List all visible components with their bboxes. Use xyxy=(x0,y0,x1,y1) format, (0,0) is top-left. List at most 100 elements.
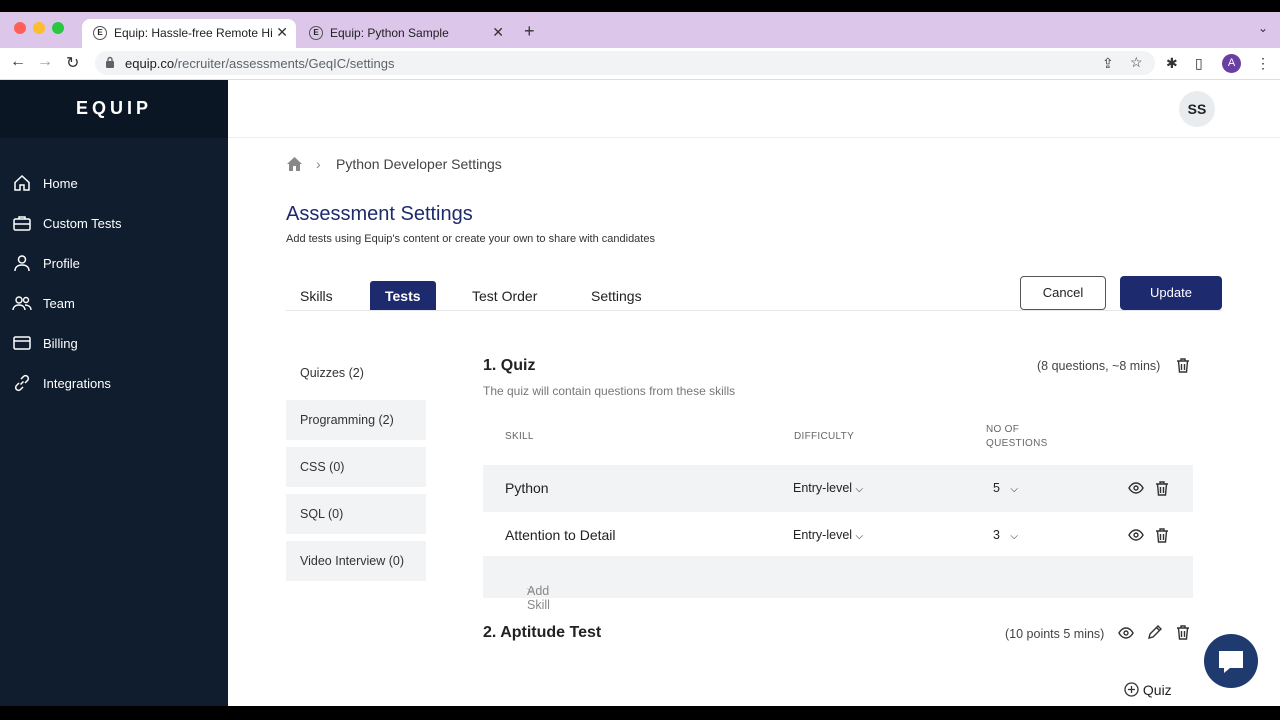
tab-divider xyxy=(286,310,1222,311)
sidebar-item-home[interactable]: Home xyxy=(0,165,228,201)
url-path: /recruiter/assessments/GeqIC/settings xyxy=(174,56,395,71)
breadcrumb-separator-icon: › xyxy=(316,156,321,172)
aptitude-meta: (10 points 5 mins) xyxy=(1005,627,1105,641)
user-icon xyxy=(14,255,30,272)
trash-icon[interactable] xyxy=(1176,625,1190,640)
minimize-window-icon[interactable] xyxy=(33,22,45,34)
category-video-interview[interactable]: Video Interview (0) xyxy=(286,541,426,581)
url-host: equip.co xyxy=(125,56,175,71)
browser-toolbar: ← → ↻ equip.co/recruiter/assessments/Geq… xyxy=(0,48,1280,80)
questions-value: 3 xyxy=(993,528,1000,542)
tab-title: Equip: Hassle-free Remote Hiri xyxy=(114,26,272,40)
trash-icon[interactable] xyxy=(1155,528,1169,543)
quiz-title: 1. Quiz xyxy=(483,357,536,374)
category-css[interactable]: CSS (0) xyxy=(286,447,426,487)
chat-launcher-button[interactable] xyxy=(1204,634,1258,688)
sidebar-item-integrations[interactable]: Integrations xyxy=(0,365,228,401)
tab-tests[interactable]: Tests xyxy=(370,281,436,311)
column-header-skill: SKILL xyxy=(505,431,534,442)
trash-icon[interactable] xyxy=(1155,481,1169,496)
chevron-down-icon: ⌵ xyxy=(1010,531,1018,542)
chevron-down-icon: ⌵ xyxy=(1010,484,1018,495)
difficulty-select[interactable]: Entry-level ⌵ xyxy=(793,481,863,495)
browser-tab-bar: E Equip: Hassle-free Remote Hiri ✕ E Equ… xyxy=(0,12,1280,48)
skill-name: Python xyxy=(505,480,549,496)
sidebar-item-label: Custom Tests xyxy=(43,216,122,231)
sidebar-item-label: Profile xyxy=(43,256,80,271)
sidebar-icon[interactable]: ▯ xyxy=(1195,55,1203,72)
team-icon xyxy=(12,296,32,311)
difficulty-value: Entry-level xyxy=(793,528,853,542)
skill-name: Attention to Detail xyxy=(505,527,616,543)
eye-icon[interactable] xyxy=(1118,627,1134,639)
sidebar-item-team[interactable]: Team xyxy=(0,285,228,321)
browser-tab-2[interactable]: E Equip: Python Sample ✕ xyxy=(298,19,512,48)
edit-icon[interactable] xyxy=(1147,625,1162,640)
sidebar-item-label: Team xyxy=(43,296,75,311)
close-tab-icon[interactable]: ✕ xyxy=(276,24,288,41)
back-icon[interactable]: ← xyxy=(10,53,26,71)
chevron-down-icon: ⌵ xyxy=(855,484,864,495)
update-button[interactable]: Update xyxy=(1120,276,1222,310)
chat-bubble-icon xyxy=(1219,651,1243,673)
home-icon[interactable] xyxy=(287,157,302,171)
category-sql[interactable]: SQL (0) xyxy=(286,494,426,534)
share-icon[interactable]: ⇪ xyxy=(1102,55,1114,72)
questions-select[interactable]: 3 ⌵ xyxy=(993,528,1018,542)
equip-favicon-icon: E xyxy=(309,26,323,40)
sidebar-item-billing[interactable]: Billing xyxy=(0,325,228,361)
browser-tab-1[interactable]: E Equip: Hassle-free Remote Hiri ✕ xyxy=(82,19,296,48)
page-subtitle: Add tests using Equip's content or creat… xyxy=(286,233,655,245)
difficulty-value: Entry-level xyxy=(793,481,853,495)
tab-settings[interactable]: Settings xyxy=(576,281,657,311)
cancel-button[interactable]: Cancel xyxy=(1020,276,1106,310)
main-content: SS › Python Developer Settings Assessmen… xyxy=(228,80,1280,706)
sidebar-item-profile[interactable]: Profile xyxy=(0,245,228,281)
home-icon xyxy=(14,174,30,191)
category-programming[interactable]: Programming (2) xyxy=(286,400,426,440)
new-tab-icon[interactable]: + xyxy=(524,21,535,42)
tab-test-order[interactable]: Test Order xyxy=(457,281,552,311)
table-row: Attention to Detail Entry-level ⌵ 3 ⌵ xyxy=(483,512,1193,559)
close-tab-icon[interactable]: ✕ xyxy=(492,24,504,41)
equip-favicon-icon: E xyxy=(93,26,107,40)
questions-value: 5 xyxy=(993,481,1000,495)
forward-icon[interactable]: → xyxy=(37,53,53,71)
questions-select[interactable]: 5 ⌵ xyxy=(993,481,1018,495)
eye-icon[interactable] xyxy=(1128,529,1144,541)
profile-avatar[interactable]: A xyxy=(1222,54,1241,73)
chevron-down-icon: ⌵ xyxy=(855,531,864,542)
sidebar-item-custom-tests[interactable]: Custom Tests xyxy=(0,205,228,241)
url-text: equip.co/recruiter/assessments/GeqIC/set… xyxy=(125,56,395,71)
column-header-questions-line1: NO OF xyxy=(986,424,1020,435)
user-avatar[interactable]: SS xyxy=(1179,91,1215,127)
column-header-questions-line2: QUESTIONS xyxy=(986,438,1048,449)
chevron-down-icon: ⌵ xyxy=(527,584,535,595)
add-skill-label: Add Skill ⌵ xyxy=(505,570,550,612)
column-header-difficulty: DIFFICULTY xyxy=(794,431,855,442)
tab-skills[interactable]: Skills xyxy=(285,281,348,311)
category-quizzes[interactable]: Quizzes (2) xyxy=(286,353,426,393)
star-icon[interactable]: ☆ xyxy=(1130,54,1143,71)
table-row: Python Entry-level ⌵ 5 ⌵ xyxy=(483,465,1193,512)
add-skill-select[interactable]: Add Skill ⌵ xyxy=(483,556,1193,612)
sidebar-item-label: Billing xyxy=(43,336,78,351)
equip-logo[interactable]: EQUIP xyxy=(0,80,228,138)
more-menu-icon[interactable]: ⋮ xyxy=(1256,55,1270,72)
add-quiz-button[interactable]: Quiz xyxy=(1124,682,1172,698)
address-bar[interactable]: equip.co/recruiter/assessments/GeqIC/set… xyxy=(95,51,1155,75)
trash-icon[interactable] xyxy=(1176,358,1190,373)
link-icon xyxy=(14,374,30,392)
chevron-down-icon[interactable]: ⌄ xyxy=(1258,21,1268,35)
extensions-icon[interactable]: ✱ xyxy=(1166,55,1178,72)
browser-window: E Equip: Hassle-free Remote Hiri ✕ E Equ… xyxy=(0,12,1280,706)
card-icon xyxy=(13,336,31,350)
close-window-icon[interactable] xyxy=(14,22,26,34)
difficulty-select[interactable]: Entry-level ⌵ xyxy=(793,528,863,542)
tab-title: Equip: Python Sample xyxy=(330,26,449,40)
eye-icon[interactable] xyxy=(1128,482,1144,494)
sidebar: EQUIP Home Custom Tests Profile Team Bil… xyxy=(0,80,228,706)
maximize-window-icon[interactable] xyxy=(52,22,64,34)
reload-icon[interactable]: ↻ xyxy=(66,53,79,73)
top-bar: SS xyxy=(228,80,1280,138)
